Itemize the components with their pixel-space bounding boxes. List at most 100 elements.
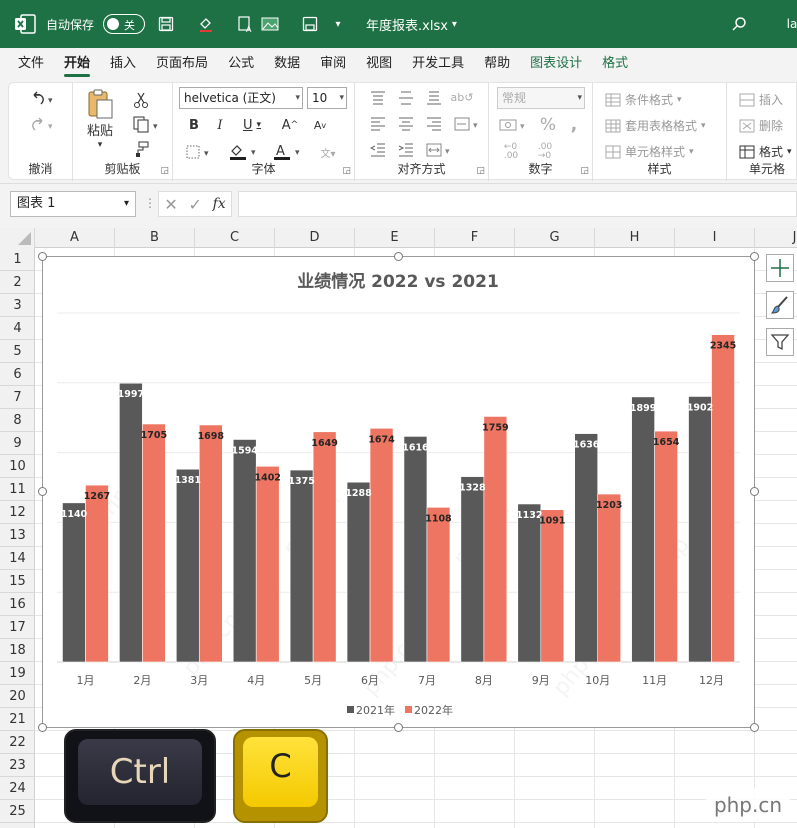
align-left-icon[interactable] [367, 115, 389, 133]
chart-filters-button[interactable] [766, 328, 794, 356]
row-header-20[interactable]: 20 [0, 685, 35, 708]
bar-2022-11[interactable] [654, 430, 678, 663]
clipboard-launcher-icon[interactable]: ◲ [160, 166, 169, 176]
paste-button[interactable]: 粘贴 [81, 121, 119, 139]
alignment-launcher-icon[interactable]: ◲ [476, 166, 485, 176]
row-header-18[interactable]: 18 [0, 639, 35, 662]
align-top-icon[interactable] [367, 89, 389, 107]
row-header-8[interactable]: 8 [0, 409, 35, 432]
comma-style-icon[interactable]: , [565, 114, 583, 136]
row-header-19[interactable]: 19 [0, 662, 35, 685]
undo-icon[interactable]: ▾ [23, 87, 59, 111]
resize-handle-b[interactable] [394, 723, 403, 732]
bar-2022-5[interactable] [312, 431, 337, 663]
resize-handle-t[interactable] [394, 252, 403, 261]
format-cells-button[interactable]: 格式 ▾ [739, 143, 792, 160]
tab-home[interactable]: 开始 [54, 48, 100, 80]
paste-dropdown-icon[interactable]: ▾ [85, 139, 115, 151]
tab-format[interactable]: 格式 [592, 48, 638, 80]
formula-input[interactable] [238, 191, 797, 217]
column-header-F[interactable]: F [435, 228, 515, 248]
format-as-table-button[interactable]: 套用表格格式 ▾ [605, 117, 706, 134]
chart-object[interactable]: php.cnphp.cnphp.cnphp.cnphp.cnphp.cnphp.… [42, 256, 755, 728]
bar-2022-9[interactable] [540, 509, 565, 663]
align-bottom-icon[interactable] [423, 89, 445, 107]
bar-2021-9[interactable] [517, 503, 542, 663]
font-size-combo[interactable]: 10 ▾ [307, 87, 347, 109]
tab-help[interactable]: 帮助 [474, 48, 520, 80]
bar-2021-1[interactable] [62, 502, 86, 663]
autosave-toggle[interactable]: 关 [102, 0, 146, 48]
decrease-font-icon[interactable]: Av [307, 114, 333, 136]
increase-indent-icon[interactable] [395, 141, 417, 159]
search-icon[interactable] [728, 0, 750, 48]
row-header-22[interactable]: 22 [0, 731, 35, 754]
row-header-3[interactable]: 3 [0, 294, 35, 317]
bar-2022-3[interactable] [198, 424, 223, 663]
redo-icon[interactable]: ▾ [23, 113, 59, 137]
row-header-14[interactable]: 14 [0, 547, 35, 570]
file-name[interactable]: 年度报表.xlsx ▾ [366, 0, 457, 48]
percent-icon[interactable]: % [537, 114, 559, 136]
row-header-23[interactable]: 23 [0, 754, 35, 777]
copy-icon[interactable]: ▾ [129, 114, 165, 136]
tab-developer[interactable]: 开发工具 [402, 48, 474, 80]
row-header-10[interactable]: 10 [0, 455, 35, 478]
bar-2022-4[interactable] [255, 465, 280, 663]
tab-file[interactable]: 文件 [8, 48, 54, 80]
decrease-indent-icon[interactable] [367, 141, 389, 159]
bar-2021-11[interactable] [631, 396, 655, 663]
bar-2021-8[interactable] [460, 476, 485, 663]
resize-handle-br[interactable] [750, 723, 759, 732]
user-name[interactable]: la [782, 0, 797, 48]
bar-2022-1[interactable] [85, 484, 109, 663]
column-header-D[interactable]: D [275, 228, 355, 248]
row-header-21[interactable]: 21 [0, 708, 35, 731]
tab-view[interactable]: 视图 [356, 48, 402, 80]
column-header-H[interactable]: H [595, 228, 675, 248]
resize-handle-r[interactable] [750, 487, 759, 496]
bar-2021-7[interactable] [403, 436, 428, 663]
bold-button[interactable]: B [183, 114, 205, 136]
delete-cells-button[interactable]: 删除 [739, 117, 783, 134]
insert-cells-button[interactable]: 插入 [739, 91, 783, 108]
bar-2021-12[interactable] [688, 396, 712, 663]
chart-legend[interactable]: 2021年 2022年 [347, 703, 453, 717]
bar-2022-10[interactable] [597, 493, 622, 663]
tab-chart-design[interactable]: 图表设计 [520, 48, 592, 80]
cut-icon[interactable] [129, 89, 153, 111]
bar-2022-2[interactable] [142, 423, 166, 663]
bar-2022-8[interactable] [483, 416, 508, 663]
conditional-formatting-button[interactable]: 条件格式 ▾ [605, 91, 682, 108]
number-launcher-icon[interactable]: ◲ [580, 166, 589, 176]
legend-item[interactable]: 2021年 [356, 703, 395, 717]
tab-insert[interactable]: 插入 [100, 48, 146, 80]
column-header-C[interactable]: C [195, 228, 275, 248]
row-header-11[interactable]: 11 [0, 478, 35, 501]
insert-function-button[interactable]: fx [213, 196, 226, 212]
chart-styles-button[interactable] [766, 291, 794, 319]
row-header-15[interactable]: 15 [0, 570, 35, 593]
paste-icon[interactable] [85, 87, 115, 121]
resize-handle-tr[interactable] [750, 252, 759, 261]
bar-2021-3[interactable] [175, 468, 200, 663]
column-header-G[interactable]: G [515, 228, 595, 248]
align-center-icon[interactable] [395, 115, 417, 133]
customize-qat-icon[interactable]: ▾ [330, 0, 346, 48]
name-box[interactable]: 图表 1 ▾ [10, 191, 136, 217]
resize-handle-bl[interactable] [38, 723, 47, 732]
row-header-1[interactable]: 1 [0, 248, 35, 271]
cell-styles-button[interactable]: 单元格样式 ▾ [605, 143, 694, 160]
cancel-icon[interactable]: ✕ [164, 195, 177, 214]
legend-item[interactable]: 2022年 [414, 703, 453, 717]
chart-elements-button[interactable] [766, 254, 794, 282]
increase-font-icon[interactable]: A ^ [277, 114, 303, 136]
row-header-9[interactable]: 9 [0, 432, 35, 455]
merge-center-icon[interactable]: ▾ [423, 141, 457, 159]
save-icon[interactable] [154, 0, 178, 48]
row-header-25[interactable]: 25 [0, 800, 35, 823]
bar-2021-4[interactable] [232, 439, 257, 663]
column-header-J[interactable]: J [755, 228, 797, 248]
bar-2021-6[interactable] [346, 481, 371, 663]
tab-review[interactable]: 审阅 [310, 48, 356, 80]
